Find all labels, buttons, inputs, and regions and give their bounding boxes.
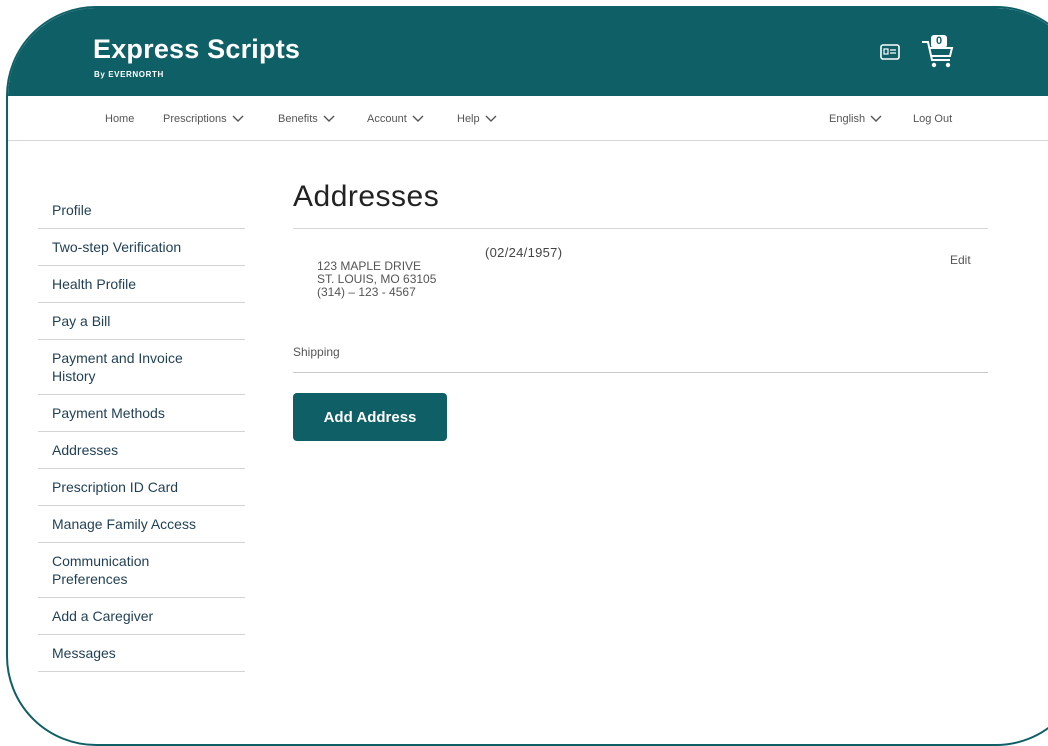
nav-home[interactable]: Home: [105, 113, 134, 125]
sidebar-item-pay-a-bill[interactable]: Pay a Bill: [38, 303, 245, 340]
sidebar-item-add-a-caregiver[interactable]: Add a Caregiver: [38, 598, 245, 635]
nav-help[interactable]: Help: [457, 113, 497, 125]
brand-tagline: By EVERNORTH: [94, 70, 164, 79]
sidebar-item-manage-family-access[interactable]: Manage Family Access: [38, 506, 245, 543]
language-selector[interactable]: English: [829, 113, 882, 125]
nav-prescriptions-label: Prescriptions: [163, 113, 227, 125]
page-title: Addresses: [293, 180, 440, 213]
sidebar-item-health-profile[interactable]: Health Profile: [38, 266, 245, 303]
language-label: English: [829, 113, 866, 125]
sidebar-item-addresses[interactable]: Addresses: [38, 432, 245, 469]
brand-logo[interactable]: Express Scripts: [93, 34, 300, 65]
nav-account-label: Account: [367, 113, 407, 125]
sidebar-item-messages[interactable]: Messages: [38, 635, 245, 672]
logout-label: Log Out: [913, 113, 953, 125]
divider: [293, 372, 988, 373]
sidebar-item-payment-invoice-history[interactable]: Payment and Invoice History: [38, 340, 245, 395]
id-card-icon[interactable]: [880, 44, 900, 60]
add-address-button[interactable]: Add Address: [293, 393, 447, 441]
chevron-down-icon: [485, 115, 497, 122]
header-bar: Express Scripts By EVERNORTH 0: [8, 8, 1048, 96]
chevron-down-icon: [232, 115, 244, 122]
chevron-down-icon: [870, 115, 882, 122]
logout-link[interactable]: Log Out: [913, 113, 952, 125]
nav-prescriptions[interactable]: Prescriptions: [163, 113, 244, 125]
chevron-down-icon: [323, 115, 335, 122]
date-of-birth: (02/24/1957): [485, 245, 563, 260]
nav-help-label: Help: [457, 113, 480, 125]
nav-benefits-label: Benefits: [278, 113, 318, 125]
nav-home-label: Home: [105, 113, 135, 125]
sidebar-item-profile[interactable]: Profile: [38, 192, 245, 229]
sidebar-item-prescription-id-card[interactable]: Prescription ID Card: [38, 469, 245, 506]
divider: [293, 228, 988, 229]
app-frame: Express Scripts By EVERNORTH 0 Home Pres…: [6, 6, 1048, 746]
account-sidebar: Profile Two-step Verification Health Pro…: [38, 192, 245, 672]
top-nav: Home Prescriptions Benefits Account Help…: [8, 96, 1048, 141]
sidebar-item-payment-methods[interactable]: Payment Methods: [38, 395, 245, 432]
address-phone: (314) – 123 - 4567: [317, 285, 416, 299]
chevron-down-icon: [412, 115, 424, 122]
sidebar-item-two-step-verification[interactable]: Two-step Verification: [38, 229, 245, 266]
address-block: 123 MAPLE DRIVE ST. LOUIS, MO 63105 (314…: [317, 260, 436, 299]
shipping-section-label: Shipping: [293, 345, 340, 359]
edit-address-link[interactable]: Edit: [950, 253, 971, 267]
cart-count-badge: 0: [931, 35, 947, 48]
nav-benefits[interactable]: Benefits: [278, 113, 335, 125]
sidebar-item-communication-preferences[interactable]: Communication Preferences: [38, 543, 245, 598]
nav-account[interactable]: Account: [367, 113, 424, 125]
